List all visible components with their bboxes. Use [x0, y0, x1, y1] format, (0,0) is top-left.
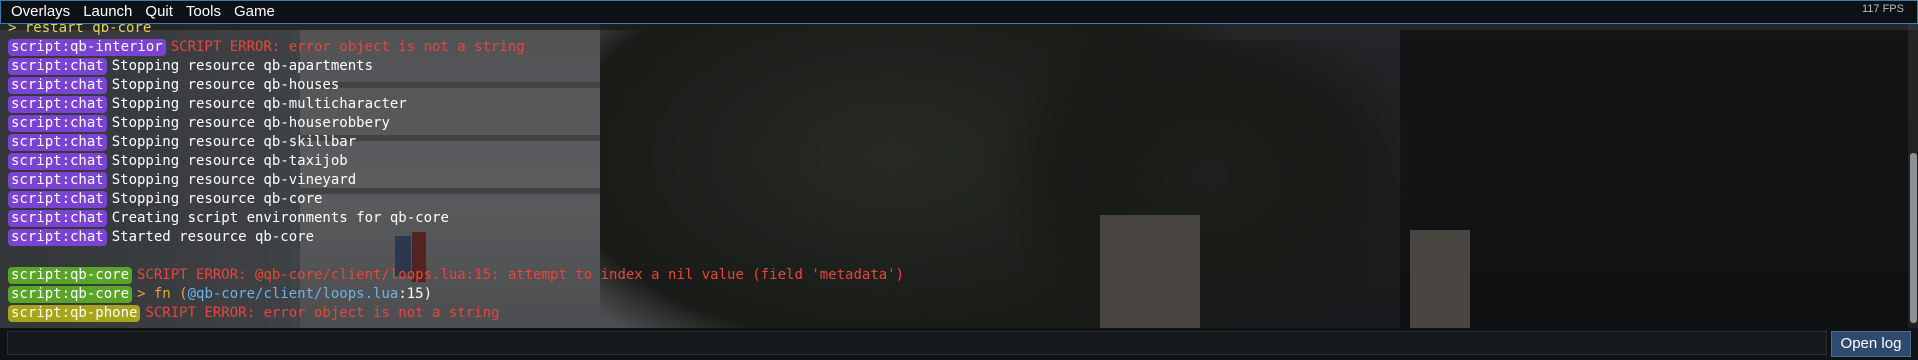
source-badge: script:qb-interior	[8, 39, 166, 56]
log-line: script:chat Started resource qb-core	[8, 228, 1888, 247]
menu-bar: Overlays Launch Quit Tools Game	[0, 0, 1918, 24]
log-message: Stopping resource qb-vineyard	[111, 172, 357, 188]
source-badge: script:chat	[8, 210, 107, 227]
log-line: script:chat Stopping resource qb-vineyard	[8, 171, 1888, 190]
open-log-button[interactable]: Open log	[1831, 331, 1911, 357]
source-badge: script:chat	[8, 172, 107, 189]
console-scrollbar[interactable]	[1908, 23, 1918, 328]
source-badge: script:qb-phone	[8, 305, 141, 322]
menu-quit[interactable]: Quit	[139, 1, 180, 23]
log-spacer	[8, 247, 1888, 266]
log-line: script:chat Stopping resource qb-multicha…	[8, 95, 1888, 114]
log-line: script:chat Stopping resource qb-skillbar	[8, 133, 1888, 152]
command-echo: > restart qb-core	[8, 23, 152, 36]
source-badge: script:chat	[8, 134, 107, 151]
log-line: script:chat Stopping resource qb-houserob…	[8, 114, 1888, 133]
source-badge: script:chat	[8, 191, 107, 208]
source-badge: script:qb-core	[8, 267, 133, 284]
log-line: script:qb-core > fn (@qb-core/client/loop…	[8, 285, 1888, 304]
log-message: Stopping resource qb-houserobbery	[111, 115, 390, 131]
command-bar: Open log	[0, 328, 1918, 360]
log-line: script:chat Stopping resource qb-taxijob	[8, 152, 1888, 171]
log-message: Stopping resource qb-taxijob	[111, 153, 348, 169]
source-badge: script:chat	[8, 58, 107, 75]
source-badge: script:chat	[8, 115, 107, 132]
scrollbar-thumb[interactable]	[1910, 153, 1917, 323]
log-message: Stopping resource qb-apartments	[111, 58, 374, 74]
menu-overlays[interactable]: Overlays	[1, 1, 77, 23]
log-lines: > restart qb-core script:qb-interior SCRI…	[8, 23, 1888, 323]
source-badge: script:qb-core	[8, 286, 133, 303]
log-line: script:qb-phone SCRIPT ERROR: error objec…	[8, 304, 1888, 323]
log-line: script:chat Stopping resource qb-apartmen…	[8, 57, 1888, 76]
menu-tools[interactable]: Tools	[180, 1, 228, 23]
log-message: :15)	[398, 286, 433, 302]
fps-counter: 117 FPS	[1862, 3, 1904, 15]
log-message: SCRIPT ERROR: @qb-core/client/loops.lua:…	[137, 267, 905, 283]
source-badge: script:chat	[8, 229, 107, 246]
log-message: Stopping resource qb-houses	[111, 77, 340, 93]
log-line: script:chat Creating script environments …	[8, 209, 1888, 228]
log-message: Stopping resource qb-skillbar	[111, 134, 357, 150]
log-message: Creating script environments for qb-core	[111, 210, 449, 226]
log-message: Stopping resource qb-multicharacter	[111, 96, 407, 112]
command-input[interactable]	[7, 331, 1827, 355]
log-message: Started resource qb-core	[111, 229, 315, 245]
log-message: Stopping resource qb-core	[111, 191, 323, 207]
menu-launch[interactable]: Launch	[77, 1, 139, 23]
source-badge: script:chat	[8, 153, 107, 170]
log-line: script:chat Stopping resource qb-houses	[8, 76, 1888, 95]
file-link[interactable]: @qb-core/client/loops.lua	[188, 286, 399, 302]
source-badge: script:chat	[8, 96, 107, 113]
source-badge: script:chat	[8, 77, 107, 94]
log-message: SCRIPT ERROR: error object is not a stri…	[170, 39, 525, 55]
log-line: script:qb-interior SCRIPT ERROR: error ob…	[8, 38, 1888, 57]
console-log: > restart qb-core script:qb-interior SCRI…	[0, 23, 1908, 328]
log-message: SCRIPT ERROR: error object is not a stri…	[145, 305, 500, 321]
log-message: > fn (	[137, 286, 188, 302]
log-line: script:qb-core SCRIPT ERROR: @qb-core/cli…	[8, 266, 1888, 285]
log-line: script:chat Stopping resource qb-core	[8, 190, 1888, 209]
menu-game[interactable]: Game	[228, 1, 282, 23]
